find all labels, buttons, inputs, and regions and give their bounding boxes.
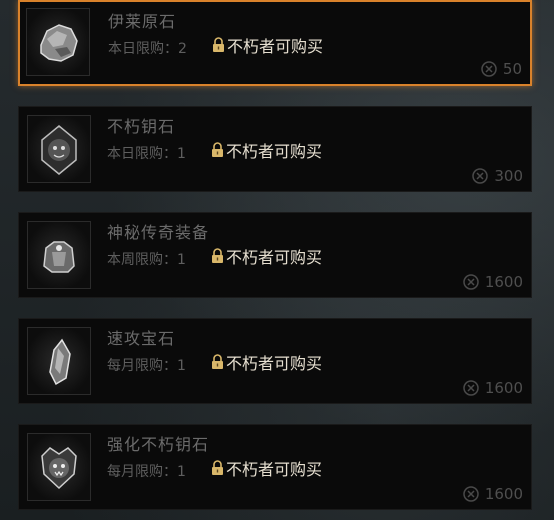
lock-text: 不朽者可购买: [226, 460, 323, 479]
locked-overlay: 不朽者可购买: [211, 138, 322, 162]
price: 1600: [463, 379, 523, 397]
armor-icon: [43, 241, 75, 273]
shop-item-list: 伊莱原石 本日限购：2 不朽者可购买 50 不朽钥石 本日限购：1 不朽者可购买…: [0, 0, 554, 520]
purchase-limit: 本日限购：2: [108, 38, 187, 58]
limit-label: 每月限购：: [107, 464, 177, 480]
price: 50: [481, 60, 522, 78]
lock-icon: [212, 142, 223, 157]
rough-stone-icon: [40, 24, 78, 62]
lock-text: 不朽者可购买: [227, 37, 324, 56]
limit-value: 1: [177, 146, 186, 162]
currency-icon: [481, 61, 497, 77]
shop-item-row[interactable]: 神秘传奇装备 本周限购：1 不朽者可购买 1600: [18, 212, 532, 298]
price-value: 300: [494, 167, 523, 185]
purchase-limit: 本日限购：1: [107, 143, 186, 163]
lock-icon: [212, 248, 223, 263]
price: 300: [472, 167, 523, 185]
lock-icon: [212, 460, 223, 475]
item-name: 伊莱原石: [108, 12, 177, 31]
shop-item-row[interactable]: 速攻宝石 每月限购：1 不朽者可购买 1600: [18, 318, 532, 404]
limit-label: 本周限购：: [107, 252, 177, 268]
crystal-icon: [49, 338, 71, 386]
currency-icon: [463, 486, 479, 502]
price-value: 1600: [484, 273, 523, 291]
limit-label: 每月限购：: [107, 358, 177, 374]
lock-text: 不朽者可购买: [226, 142, 323, 161]
currency-icon: [463, 380, 479, 396]
price-value: 50: [502, 60, 522, 78]
limit-value: 1: [177, 252, 186, 268]
lock-icon: [212, 354, 223, 369]
empowered-key-icon: [41, 447, 77, 490]
price-value: 1600: [484, 485, 523, 503]
limit-value: 1: [177, 358, 186, 374]
item-name: 强化不朽钥石: [107, 435, 210, 454]
price: 1600: [463, 485, 523, 503]
lock-icon: [213, 37, 224, 52]
shop-item-row[interactable]: 不朽钥石 本日限购：1 不朽者可购买 300: [18, 106, 532, 192]
currency-icon: [463, 274, 479, 290]
shop-item-row[interactable]: 强化不朽钥石 每月限购：1 不朽者可购买 1600: [18, 424, 532, 510]
item-name: 神秘传奇装备: [107, 223, 210, 242]
currency-icon: [472, 168, 489, 184]
shop-item-row[interactable]: 伊莱原石 本日限购：2 不朽者可购买 50: [18, 0, 532, 86]
lock-text: 不朽者可购买: [226, 354, 323, 373]
limit-label: 本日限购：: [107, 146, 177, 162]
price-value: 1600: [484, 379, 523, 397]
locked-overlay: 不朽者可购买: [211, 244, 322, 268]
item-name: 速攻宝石: [107, 329, 176, 348]
limit-value: 1: [177, 464, 186, 480]
purchase-limit: 本周限购：1: [107, 249, 186, 269]
item-icon-frame: [26, 8, 90, 76]
limit-value: 2: [178, 41, 187, 57]
purchase-limit: 每月限购：1: [107, 461, 186, 481]
item-icon-frame: [27, 115, 91, 183]
purchase-limit: 每月限购：1: [107, 355, 186, 375]
price: 1600: [463, 273, 523, 291]
item-name: 不朽钥石: [107, 117, 176, 136]
locked-overlay: 不朽者可购买: [211, 350, 322, 374]
locked-overlay: 不朽者可购买: [211, 456, 322, 480]
item-icon-frame: [27, 433, 91, 501]
item-icon-frame: [27, 221, 91, 289]
item-icon-frame: [27, 327, 91, 395]
lock-text: 不朽者可购买: [226, 248, 323, 267]
demon-key-icon: [41, 125, 77, 175]
limit-label: 本日限购：: [108, 41, 178, 57]
locked-overlay: 不朽者可购买: [212, 33, 323, 57]
